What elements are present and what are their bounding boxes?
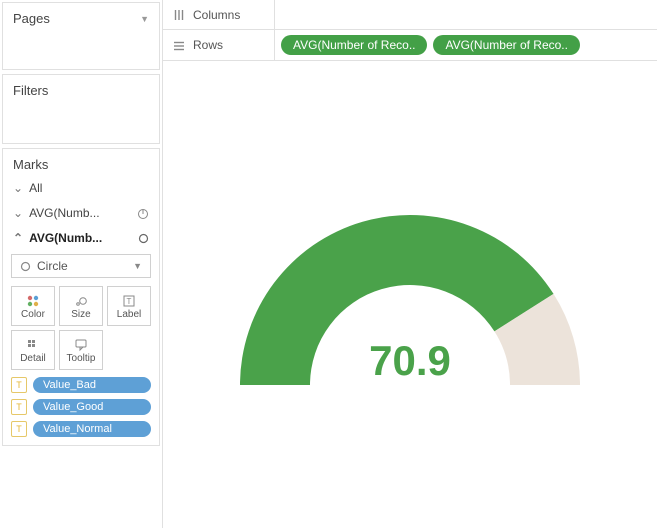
marks-card: Marks ⌄ All ⌄ AVG(Numb... ⌃ AVG(Numb... <box>2 148 160 446</box>
marks-all-label: All <box>29 181 149 195</box>
columns-label: Columns <box>193 8 240 22</box>
circle-icon <box>138 230 149 245</box>
tooltip-button[interactable]: Tooltip <box>59 330 103 370</box>
marks-layer-1[interactable]: ⌄ AVG(Numb... <box>3 200 159 225</box>
marks-layer-2[interactable]: ⌃ AVG(Numb... <box>3 225 159 250</box>
color-icon <box>26 293 40 309</box>
chevron-down-icon: ⌄ <box>13 181 23 195</box>
svg-text:T: T <box>127 297 132 306</box>
rows-pill[interactable]: AVG(Number of Reco.. <box>433 35 579 55</box>
detail-icon <box>26 337 40 353</box>
marks-pill[interactable]: Value_Bad <box>33 377 151 393</box>
tooltip-icon <box>74 337 88 353</box>
detail-button[interactable]: Detail <box>11 330 55 370</box>
tooltip-label: Tooltip <box>67 353 96 364</box>
columns-icon <box>173 8 185 22</box>
gauge-chart: 70.9 <box>230 195 590 395</box>
pages-shelf[interactable]: Pages ▼ <box>2 2 160 70</box>
visualization-canvas[interactable]: 70.9 <box>163 61 657 528</box>
size-icon <box>74 293 88 309</box>
marks-layer-1-label: AVG(Numb... <box>29 206 137 220</box>
rows-icon <box>173 38 185 52</box>
mark-type-label: Circle <box>37 259 68 273</box>
axis-icon <box>137 205 149 220</box>
color-label: Color <box>21 309 45 320</box>
filters-title: Filters <box>13 83 48 98</box>
label-icon: T <box>122 293 136 309</box>
filters-shelf[interactable]: Filters <box>2 74 160 144</box>
marks-all-row[interactable]: ⌄ All <box>3 176 159 200</box>
marks-title: Marks <box>13 157 48 172</box>
marks-pill-row[interactable]: T Value_Normal <box>3 418 159 445</box>
rows-pill[interactable]: AVG(Number of Reco.. <box>281 35 427 55</box>
rows-dropzone[interactable]: AVG(Number of Reco.. AVG(Number of Reco.… <box>275 35 657 55</box>
mark-type-dropdown[interactable]: Circle ▼ <box>11 254 151 278</box>
color-button[interactable]: Color <box>11 286 55 326</box>
pages-title: Pages <box>13 11 50 26</box>
marks-pill[interactable]: Value_Good <box>33 399 151 415</box>
rows-label: Rows <box>193 38 223 52</box>
caret-down-icon: ▼ <box>133 261 142 271</box>
label-glyph-icon: T <box>11 421 27 437</box>
columns-shelf[interactable]: Columns <box>163 0 657 30</box>
chevron-up-icon: ⌃ <box>13 231 23 245</box>
rows-shelf[interactable]: Rows AVG(Number of Reco.. AVG(Number of … <box>163 30 657 60</box>
marks-pill-row[interactable]: T Value_Bad <box>3 374 159 396</box>
circle-icon <box>20 259 31 273</box>
size-label: Size <box>71 309 90 320</box>
label-glyph-icon: T <box>11 377 27 393</box>
chevron-down-icon: ⌄ <box>13 206 23 220</box>
detail-label: Detail <box>20 353 46 364</box>
marks-layer-2-label: AVG(Numb... <box>29 231 138 245</box>
caret-down-icon: ▼ <box>140 14 149 24</box>
label-label: Label <box>117 309 141 320</box>
marks-pill[interactable]: Value_Normal <box>33 421 151 437</box>
size-button[interactable]: Size <box>59 286 103 326</box>
label-glyph-icon: T <box>11 399 27 415</box>
marks-pill-row[interactable]: T Value_Good <box>3 396 159 418</box>
gauge-value-label: 70.9 <box>230 337 590 385</box>
label-button[interactable]: T Label <box>107 286 151 326</box>
